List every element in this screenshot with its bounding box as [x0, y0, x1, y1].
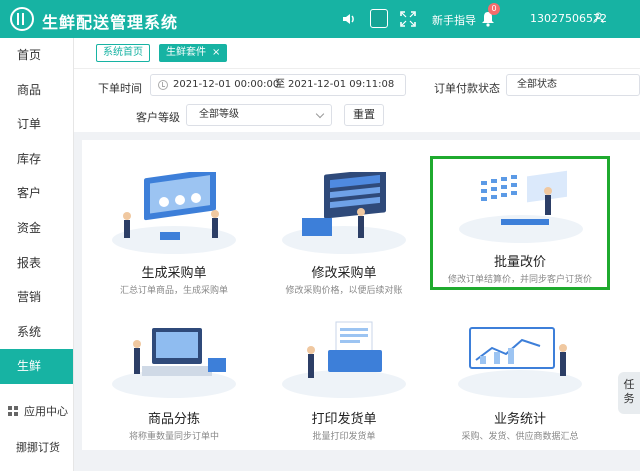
app-title: 生鲜配送管理系统: [42, 13, 179, 32]
card-goods-sorting[interactable]: 商品分拣 将称重数量同步订单中: [90, 304, 258, 450]
feature-grid: 生成采购单 汇总订单商品，生成采购单 修改采购单 修改采购价格，以便后续对账 批…: [82, 140, 640, 450]
sidebar-item-fresh[interactable]: 生鲜: [0, 349, 73, 384]
sidebar-apps-center[interactable]: 应用中心: [8, 403, 68, 419]
sidebar-item-system[interactable]: 系统: [0, 315, 73, 350]
tab-home[interactable]: 系统首页: [96, 44, 150, 62]
stats-illustration-icon: [458, 327, 582, 398]
speaker-icon[interactable]: [341, 11, 357, 27]
order-time-range-picker[interactable]: 2021-12-01 00:00:00 至 2021-12-01 09:11:0…: [150, 74, 406, 96]
guide-link[interactable]: 新手指导: [432, 12, 476, 28]
task-tab-char-2: 务: [623, 392, 635, 405]
fullscreen-icon[interactable]: [400, 11, 416, 27]
order-time-label: 下单时间: [98, 82, 142, 95]
user-icon[interactable]: [593, 12, 604, 23]
card-title: 修改采购单: [311, 266, 377, 281]
sidebar-item-marketing[interactable]: 营销: [0, 280, 73, 315]
customer-level-value: 全部等级: [199, 109, 239, 120]
card-edit-purchase[interactable]: 修改采购单 修改采购价格，以便后续对账: [260, 158, 428, 304]
tab-fresh-suite-label: 生鲜套件: [166, 47, 206, 58]
task-side-tab[interactable]: 任 务: [618, 372, 640, 414]
card-title: 打印发货单: [311, 412, 377, 427]
grid-icon: [8, 406, 18, 416]
reset-button[interactable]: 重置: [344, 104, 384, 126]
apps-center-label: 应用中心: [24, 405, 68, 418]
card-title: 批量改价: [493, 255, 546, 270]
end-time: 2021-12-01 09:11:08: [288, 79, 395, 90]
card-desc: 修改订单结算价，并同步客户订货价: [447, 275, 592, 285]
card-desc: 批量打印发货单: [312, 432, 376, 442]
notification-badge: 0: [488, 3, 500, 15]
sidebar: 首页 商品 订单 库存 客户 资金 报表 营销 系统 生鲜 应用中心 挪挪订货: [0, 38, 74, 471]
card-title: 业务统计: [493, 412, 546, 427]
card-desc: 将称重数量同步订单中: [128, 432, 219, 442]
sidebar-item-goods[interactable]: 商品: [0, 73, 73, 108]
start-time: 2021-12-01 00:00:00: [173, 79, 280, 90]
customer-level-select[interactable]: 全部等级: [186, 104, 332, 126]
sidebar-footer-link[interactable]: 挪挪订货: [16, 439, 60, 455]
clock-icon: [158, 80, 168, 90]
card-print-delivery[interactable]: 打印发货单 批量打印发货单: [260, 304, 428, 450]
close-icon[interactable]: ×: [212, 47, 220, 58]
filter-panel: 下单时间 2021-12-01 00:00:00 至 2021-12-01 09…: [74, 68, 640, 132]
purchase-illustration-icon: [112, 172, 236, 254]
pay-status-label: 订单付款状态: [434, 82, 500, 95]
customer-level-label: 客户等级: [136, 111, 180, 124]
card-business-stats[interactable]: 业务统计 采购、发货、供应商数据汇总: [436, 304, 604, 450]
top-bar: 生鲜配送管理系统 新手指导 0 13027506572: [0, 0, 640, 38]
card-desc: 汇总订单商品，生成采购单: [119, 286, 228, 296]
bottom-strip: [82, 452, 640, 471]
sorting-illustration-icon: [112, 328, 236, 398]
sidebar-item-customers[interactable]: 客户: [0, 176, 73, 211]
card-generate-purchase[interactable]: 生成采购单 汇总订单商品，生成采购单: [90, 158, 258, 304]
sidebar-item-reports[interactable]: 报表: [0, 246, 73, 281]
card-batch-price[interactable]: 批量改价 修改订单结算价，并同步客户订货价: [430, 156, 610, 290]
sidebar-item-orders[interactable]: 订单: [0, 107, 73, 142]
card-desc: 采购、发货、供应商数据汇总: [461, 432, 579, 442]
card-title: 生成采购单: [141, 266, 207, 281]
edit-purchase-illustration-icon: [282, 172, 406, 254]
range-separator: 至: [275, 79, 285, 90]
sidebar-item-home[interactable]: 首页: [0, 38, 73, 73]
color-swatch-button[interactable]: [370, 9, 388, 28]
pay-status-value: 全部状态: [517, 79, 557, 90]
sidebar-item-inventory[interactable]: 库存: [0, 142, 73, 177]
sidebar-item-funds[interactable]: 资金: [0, 211, 73, 246]
task-tab-char-1: 任: [623, 378, 635, 391]
tab-fresh-suite[interactable]: 生鲜套件 ×: [159, 44, 228, 62]
print-illustration-icon: [282, 321, 406, 398]
batch-price-illustration-icon: [459, 170, 583, 243]
app-logo-icon: [10, 7, 34, 31]
card-desc: 修改采购价格，以便后续对账: [285, 286, 403, 296]
chevron-down-icon: [315, 109, 325, 119]
tag-bar: 系统首页 生鲜套件 ×: [74, 38, 640, 68]
pay-status-select[interactable]: 全部状态: [506, 74, 640, 96]
card-title: 商品分拣: [147, 412, 200, 427]
